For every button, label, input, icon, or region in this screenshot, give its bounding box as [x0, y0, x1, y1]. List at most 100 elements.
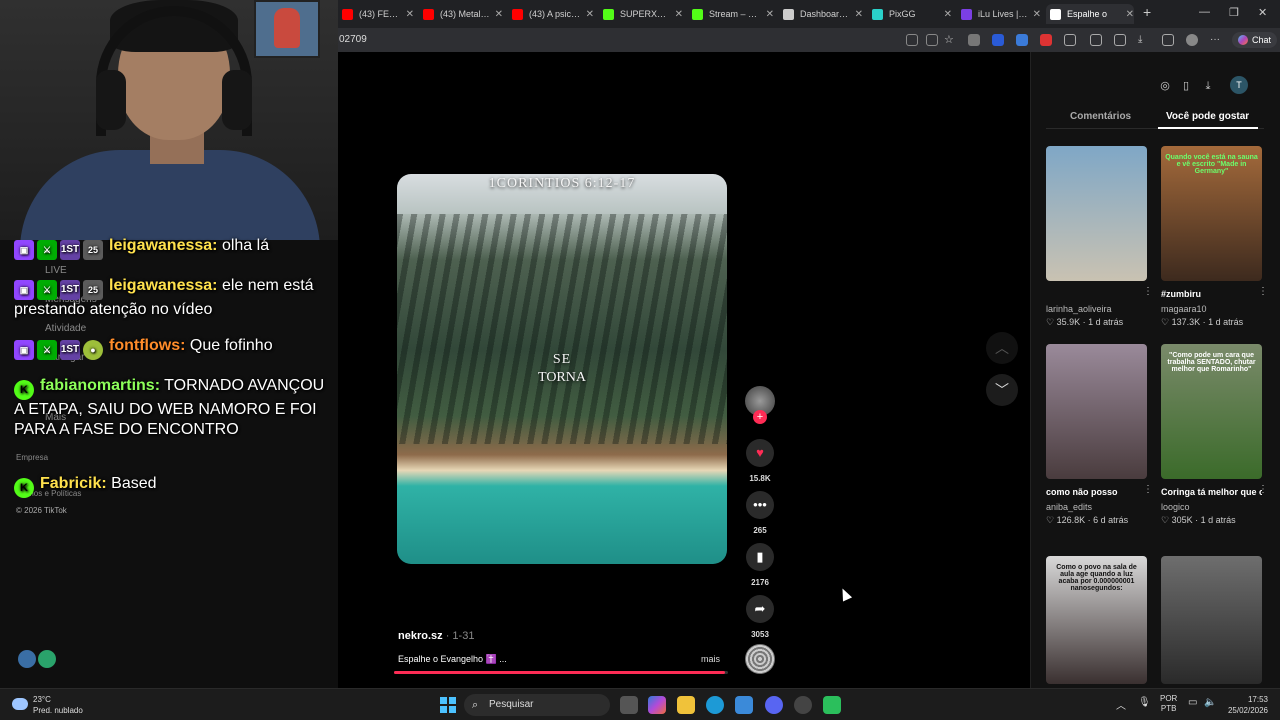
- video-thumbnail[interactable]: Como o povo na sala de aula age quando a…: [1046, 556, 1147, 684]
- tab-title: SUPERXANDA: [620, 9, 671, 19]
- tab-close-icon[interactable]: ✕: [944, 9, 952, 20]
- user-avatar[interactable]: T: [1230, 76, 1248, 94]
- more-menu-icon[interactable]: ···: [1210, 34, 1222, 46]
- previous-video-chevron-up-icon[interactable]: ︿: [986, 332, 1018, 364]
- like-heart-icon[interactable]: ♥: [746, 439, 774, 467]
- discord-icon[interactable]: [765, 696, 783, 714]
- browser-tab[interactable]: (43) FEAR THE ✕: [338, 4, 414, 24]
- url-field[interactable]: 02709: [339, 34, 367, 45]
- profile-avatar[interactable]: [1186, 34, 1198, 46]
- tab-you-may-like[interactable]: Você pode gostar: [1166, 111, 1249, 122]
- performance-icon[interactable]: [1162, 34, 1174, 46]
- subscriber-badge: 25: [83, 280, 103, 300]
- tab-close-icon[interactable]: ✕: [1126, 9, 1134, 20]
- photos-app-icon[interactable]: [735, 696, 753, 714]
- download-icon[interactable]: ⤓: [1200, 78, 1216, 94]
- card-more-icon[interactable]: ⋮: [1143, 286, 1153, 297]
- video-author[interactable]: nekro.sz · 1-31: [398, 630, 474, 642]
- app-install-icon[interactable]: [906, 34, 918, 46]
- tab-close-icon[interactable]: ✕: [586, 9, 594, 20]
- favorite-star-icon[interactable]: ☆: [944, 34, 956, 46]
- comment-icon[interactable]: •••: [746, 491, 774, 519]
- kick-icon: K: [14, 380, 34, 400]
- first-badge: 1ST: [60, 240, 80, 260]
- video-thumbnail[interactable]: Quando você está na sauna e vê escrito "…: [1161, 146, 1262, 281]
- caption-more-link[interactable]: mais: [701, 654, 720, 664]
- windows-start-icon[interactable]: [440, 697, 456, 713]
- power-icon[interactable]: [38, 650, 56, 668]
- video-thumbnail[interactable]: [1046, 146, 1147, 281]
- video-progress-bar[interactable]: [394, 671, 728, 674]
- browser-tab[interactable]: SUPERXANDA ✕: [599, 4, 683, 24]
- close-window-button[interactable]: ✕: [1258, 6, 1267, 19]
- video-thumbnail[interactable]: "Como pode um cara que trabalha SENTADO,…: [1161, 344, 1262, 479]
- new-tab-button[interactable]: +: [1143, 4, 1151, 20]
- sidebar-item-live[interactable]: LIVE: [45, 265, 67, 276]
- video-thumbnail[interactable]: [1161, 556, 1262, 684]
- favorites-icon[interactable]: [1114, 34, 1126, 46]
- moderator-sword-icon: ⚔: [37, 280, 57, 300]
- music-disc-icon[interactable]: [745, 644, 775, 674]
- card-more-icon[interactable]: ⋮: [1258, 286, 1268, 297]
- split-screen-icon[interactable]: [1090, 34, 1102, 46]
- card-more-icon[interactable]: ⋮: [1258, 484, 1268, 495]
- footer-link-company[interactable]: Empresa: [16, 453, 48, 462]
- card-username[interactable]: loogico: [1161, 502, 1190, 512]
- browser-tab[interactable]: Dashboard – L ✕: [779, 4, 863, 24]
- browser-tab[interactable]: (43) Metal Inst ✕: [419, 4, 503, 24]
- follow-plus-icon[interactable]: +: [753, 410, 767, 424]
- share-arrow-icon[interactable]: ➦: [746, 595, 774, 623]
- edge-browser-icon[interactable]: [706, 696, 724, 714]
- tab-close-icon[interactable]: ✕: [675, 9, 683, 20]
- shield-extension-icon[interactable]: [992, 34, 1004, 46]
- post-date: · 1-31: [445, 630, 475, 642]
- phone-icon[interactable]: ▯: [1178, 78, 1194, 94]
- network-icon[interactable]: ▭: [1188, 697, 1197, 708]
- copilot-app-icon[interactable]: [648, 696, 666, 714]
- maximize-button[interactable]: ❐: [1229, 6, 1239, 19]
- downloads-icon[interactable]: ⤓: [1138, 34, 1150, 46]
- tab-comments[interactable]: Comentários: [1070, 111, 1131, 122]
- tab-close-icon[interactable]: ✕: [855, 9, 863, 20]
- card-username[interactable]: magaara10: [1161, 304, 1207, 314]
- bookmark-icon[interactable]: ▮: [746, 543, 774, 571]
- tray-chevron-up-icon[interactable]: ︿: [1116, 697, 1126, 712]
- green-app-icon[interactable]: [823, 696, 841, 714]
- minimize-button[interactable]: —: [1199, 6, 1210, 18]
- tab-close-icon[interactable]: ✕: [1033, 9, 1041, 20]
- card-more-icon[interactable]: ⋮: [1143, 484, 1153, 495]
- microphone-icon[interactable]: 🎙: [1138, 697, 1151, 708]
- input-language[interactable]: POR PTB: [1160, 694, 1177, 714]
- browser-tab[interactable]: Espalhe o ✕: [1046, 4, 1134, 24]
- puzzle-icon[interactable]: [1064, 34, 1076, 46]
- card-username[interactable]: larinha_aoliveira: [1046, 304, 1112, 314]
- next-video-chevron-down-icon[interactable]: ﹀: [986, 374, 1018, 406]
- video-player[interactable]: 1CORINTIOS 6:12-17 SE TORNA: [397, 174, 727, 564]
- translate-extension-icon[interactable]: [1016, 34, 1028, 46]
- like-count: 15.8K: [749, 474, 771, 483]
- browser-tab[interactable]: Stream – Kick ✕: [688, 4, 774, 24]
- app-icon[interactable]: [18, 650, 36, 668]
- browser-tab[interactable]: iLu Lives | Rea ✕: [957, 4, 1041, 24]
- task-view-icon[interactable]: [620, 696, 638, 714]
- card-username[interactable]: aniba_edits: [1046, 502, 1092, 512]
- extension-icon[interactable]: [968, 34, 980, 46]
- copilot-chat-button[interactable]: Chat: [1232, 32, 1278, 48]
- tab-close-icon[interactable]: ✕: [406, 9, 414, 20]
- compass-icon[interactable]: ◎: [1157, 78, 1173, 94]
- badge-group: ▣ ⚔ 1ST ●: [14, 340, 103, 360]
- taskbar-search[interactable]: ⌕ Pesquisar: [464, 694, 610, 716]
- sidebar-item-activity[interactable]: Atividade: [45, 323, 86, 334]
- obs-icon[interactable]: [794, 696, 812, 714]
- tab-close-icon[interactable]: ✕: [766, 9, 774, 20]
- red-extension-icon[interactable]: [1040, 34, 1052, 46]
- browser-tab[interactable]: PixGG ✕: [868, 4, 952, 24]
- translate-icon[interactable]: [926, 34, 938, 46]
- tab-favicon-icon: [603, 8, 614, 20]
- volume-icon[interactable]: 🔈: [1204, 697, 1216, 708]
- browser-tab[interactable]: (43) A psicolog ✕: [508, 4, 594, 24]
- file-explorer-icon[interactable]: [677, 696, 695, 714]
- system-clock[interactable]: 17:53 25/02/2026: [1222, 694, 1268, 716]
- video-thumbnail[interactable]: [1046, 344, 1147, 479]
- tab-close-icon[interactable]: ✕: [495, 9, 503, 20]
